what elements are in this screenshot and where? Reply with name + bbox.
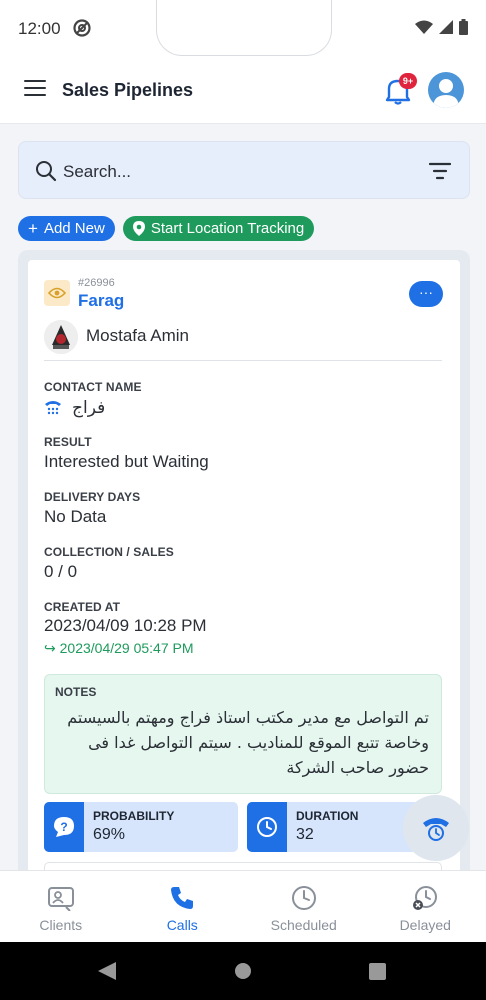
delayed-clock-icon bbox=[413, 886, 438, 910]
camera-notch bbox=[156, 0, 332, 56]
result-value: Interested but Waiting bbox=[44, 452, 209, 471]
phone-clock-icon bbox=[423, 818, 449, 841]
start-tracking-label: Start Location Tracking bbox=[150, 220, 305, 237]
tab-label: Clients bbox=[39, 917, 83, 933]
probability-label: PROBABILITY bbox=[93, 809, 175, 823]
deal-name[interactable]: Farag bbox=[78, 291, 124, 311]
app-bar: Sales Pipelines 9+ bbox=[0, 58, 486, 124]
contact-name-value: فراج bbox=[72, 398, 106, 418]
notification-badge: 9+ bbox=[399, 73, 417, 89]
deal-card[interactable]: #26996 Farag ··· Mostafa Amin CONTACT NA… bbox=[28, 260, 460, 870]
created-at-value: 2023/04/09 10:28 PM bbox=[44, 616, 207, 635]
tab-delayed[interactable]: Delayed bbox=[365, 871, 486, 942]
wifi-icon bbox=[415, 20, 433, 34]
tab-label: Delayed bbox=[399, 917, 451, 933]
eye-icon bbox=[48, 287, 66, 299]
action-buttons: + Add New Start Location Tracking bbox=[18, 216, 315, 241]
notes-label: NOTES bbox=[55, 685, 97, 699]
tab-label: Scheduled bbox=[270, 917, 337, 933]
phone-icon bbox=[171, 887, 194, 909]
owner-name: Mostafa Amin bbox=[86, 326, 189, 345]
recents-icon[interactable] bbox=[369, 963, 386, 980]
probability-icon-box: ? bbox=[44, 802, 84, 852]
notes-text: تم التواصل مع مدير مكتب استاذ فراج ومهتم… bbox=[67, 708, 429, 777]
add-new-button[interactable]: + Add New bbox=[18, 216, 115, 241]
duration-value: 32 bbox=[296, 826, 314, 843]
divider bbox=[44, 360, 442, 361]
system-nav-bar bbox=[0, 942, 486, 1000]
system-icons bbox=[415, 19, 468, 35]
search-bar[interactable]: Search... bbox=[18, 141, 470, 199]
clients-icon bbox=[47, 887, 74, 911]
collection-sales-label: COLLECTION / SALES bbox=[44, 545, 174, 559]
clock-icon bbox=[257, 817, 277, 837]
owner-photo bbox=[44, 320, 78, 354]
dnd-icon bbox=[73, 19, 91, 37]
more-options-button[interactable]: ··· bbox=[409, 281, 443, 307]
profile-avatar[interactable] bbox=[428, 72, 464, 108]
start-tracking-button[interactable]: Start Location Tracking bbox=[122, 216, 315, 241]
tab-calls[interactable]: Calls bbox=[122, 871, 244, 942]
svg-text:?: ? bbox=[60, 820, 67, 834]
back-icon[interactable] bbox=[98, 962, 116, 980]
tab-label: Calls bbox=[166, 917, 198, 933]
view-status bbox=[44, 280, 70, 306]
updated-at-value: 2023/04/29 05:47 PM bbox=[59, 640, 194, 656]
result-label: RESULT bbox=[44, 435, 92, 449]
search-icon bbox=[36, 161, 57, 182]
owner-avatar bbox=[44, 320, 78, 354]
status-bar: 12:00 bbox=[0, 0, 486, 58]
bottom-tab-bar: Clients Calls Scheduled Delayed bbox=[0, 870, 486, 942]
collection-sales-value: 0 / 0 bbox=[44, 562, 78, 581]
tab-clients[interactable]: Clients bbox=[0, 871, 122, 942]
menu-button[interactable] bbox=[24, 80, 46, 100]
menu-icon-line bbox=[24, 87, 46, 89]
delivery-days-label: DELIVERY DAYS bbox=[44, 490, 141, 504]
probability-value: 69% bbox=[93, 826, 126, 843]
menu-icon-line bbox=[24, 80, 46, 82]
add-new-label: Add New bbox=[43, 220, 105, 237]
clock-icon bbox=[291, 886, 316, 910]
menu-icon-line bbox=[24, 94, 46, 96]
created-at-label: CREATED AT bbox=[44, 600, 121, 614]
duration-icon-box bbox=[247, 802, 287, 852]
help-chat-icon: ? bbox=[54, 817, 74, 837]
next-section bbox=[44, 862, 442, 870]
page-title: Sales Pipelines bbox=[62, 80, 194, 100]
status-time: 12:00 bbox=[18, 19, 61, 38]
schedule-call-fab[interactable] bbox=[403, 795, 469, 861]
contact-name-label: CONTACT NAME bbox=[44, 380, 142, 394]
tab-scheduled[interactable]: Scheduled bbox=[243, 871, 365, 942]
probability-stat: ? PROBABILITY 69% bbox=[44, 802, 238, 852]
redirect-arrow-icon: ↪ bbox=[44, 640, 56, 656]
user-icon bbox=[433, 79, 459, 108]
delivery-days-value: No Data bbox=[44, 507, 107, 526]
duration-label: DURATION bbox=[296, 809, 359, 823]
signal-icon bbox=[439, 20, 453, 34]
search-input[interactable]: Search... bbox=[63, 162, 131, 182]
main-content: Search... + Add New Start Location Track… bbox=[0, 125, 486, 870]
updated-at: ↪ 2023/04/29 05:47 PM bbox=[44, 640, 194, 657]
battery-icon bbox=[459, 19, 468, 35]
home-icon[interactable] bbox=[234, 962, 252, 980]
plus-icon: + bbox=[28, 219, 38, 238]
contact-row[interactable]: فراج bbox=[44, 398, 105, 418]
filter-icon[interactable] bbox=[429, 162, 451, 180]
deal-id: #26996 bbox=[78, 277, 115, 289]
notes-box: NOTES تم التواصل مع مدير مكتب استاذ فراج… bbox=[44, 674, 442, 794]
deal-card-container: #26996 Farag ··· Mostafa Amin CONTACT NA… bbox=[18, 250, 470, 870]
phone-dialpad-icon bbox=[45, 401, 61, 415]
location-pin-icon bbox=[132, 221, 145, 236]
